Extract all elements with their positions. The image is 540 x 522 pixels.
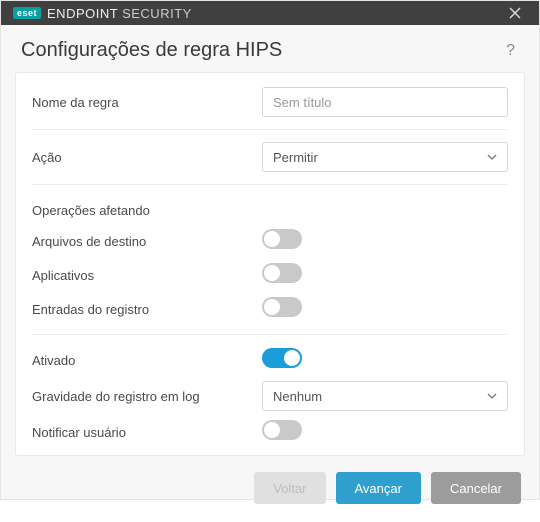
rule-name-input[interactable] [262, 87, 508, 117]
subheader: Configurações de regra HIPS ? [1, 25, 539, 72]
row-notify-user: Notificar usuário [32, 415, 508, 449]
brand-sub: SECURITY [122, 6, 192, 21]
settings-panel: Nome da regra Ação Permitir Operações af… [15, 72, 525, 456]
registry-entries-toggle[interactable] [262, 297, 302, 317]
back-button: Voltar [254, 472, 325, 504]
log-severity-label: Gravidade do registro em log [32, 389, 262, 404]
action-label: Ação [32, 150, 262, 165]
cancel-button[interactable]: Cancelar [431, 472, 521, 504]
row-log-severity: Gravidade do registro em log Nenhum [32, 377, 508, 415]
enabled-label: Ativado [32, 353, 262, 368]
brand-text: ENDPOINT SECURITY [47, 6, 192, 21]
row-enabled: Ativado [32, 343, 508, 377]
titlebar: eset ENDPOINT SECURITY [1, 1, 539, 25]
dialog-window: eset ENDPOINT SECURITY Configurações de … [0, 0, 540, 500]
log-severity-select-value: Nenhum [273, 389, 322, 404]
log-severity-select[interactable]: Nenhum [262, 381, 508, 411]
row-target-files: Arquivos de destino [32, 224, 508, 258]
notify-user-label: Notificar usuário [32, 425, 262, 440]
registry-entries-label: Entradas do registro [32, 302, 262, 317]
row-action: Ação Permitir [32, 138, 508, 176]
applications-toggle[interactable] [262, 263, 302, 283]
enabled-toggle[interactable] [262, 348, 302, 368]
target-files-toggle[interactable] [262, 229, 302, 249]
next-button[interactable]: Avançar [336, 472, 421, 504]
row-applications: Aplicativos [32, 258, 508, 292]
notify-user-toggle[interactable] [262, 420, 302, 440]
chevron-down-icon [487, 393, 497, 399]
action-select[interactable]: Permitir [262, 142, 508, 172]
row-rule-name: Nome da regra [32, 83, 508, 121]
close-icon [509, 7, 521, 19]
operations-section-label: Operações afetando [32, 193, 508, 224]
brand-badge: eset [13, 7, 41, 19]
divider [32, 184, 508, 185]
chevron-down-icon [487, 154, 497, 160]
applications-label: Aplicativos [32, 268, 262, 283]
help-icon: ? [506, 42, 515, 59]
dialog-footer: Voltar Avançar Cancelar [1, 456, 539, 522]
target-files-label: Arquivos de destino [32, 234, 262, 249]
help-button[interactable]: ? [502, 40, 519, 62]
divider [32, 129, 508, 130]
divider [32, 334, 508, 335]
rule-name-label: Nome da regra [32, 95, 262, 110]
row-registry-entries: Entradas do registro [32, 292, 508, 326]
close-button[interactable] [503, 1, 527, 25]
brand-main: ENDPOINT [47, 6, 118, 21]
action-select-value: Permitir [273, 150, 318, 165]
page-title: Configurações de regra HIPS [21, 39, 502, 62]
